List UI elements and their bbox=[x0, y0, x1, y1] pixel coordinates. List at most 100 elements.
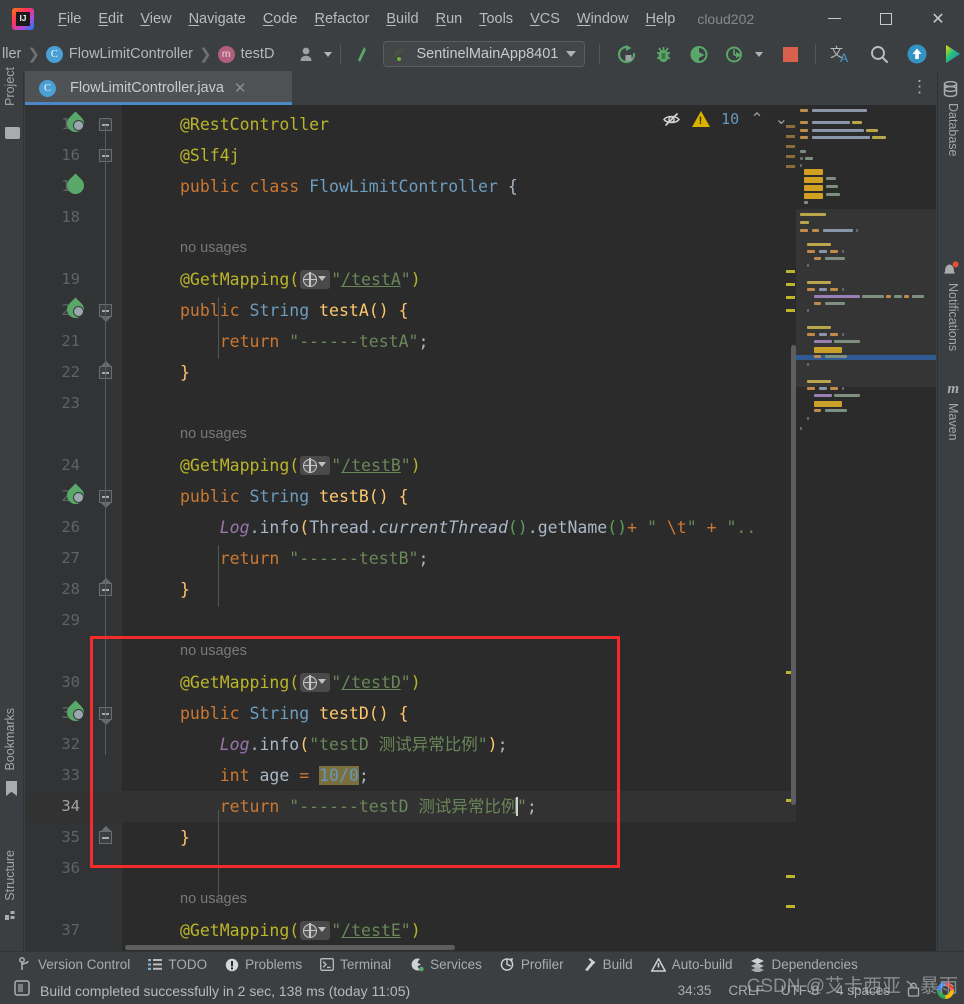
tool-window-problems[interactable]: Problems bbox=[225, 957, 302, 972]
tool-window-todo[interactable]: TODO bbox=[148, 957, 207, 972]
code-line[interactable]: @GetMapping("/testB") bbox=[180, 450, 421, 481]
code-minimap[interactable] bbox=[796, 105, 936, 951]
menu-help[interactable]: Help bbox=[637, 8, 683, 30]
code-editor[interactable]: 1516171819202122232425262728293031323334… bbox=[25, 105, 936, 951]
editor-tab-flowlimitcontroller[interactable]: C FlowLimitController.java ✕ bbox=[25, 71, 292, 105]
editor-horizontal-scrollbar[interactable] bbox=[125, 945, 455, 950]
translate-icon[interactable]: 文 A bbox=[828, 41, 854, 67]
maximize-button[interactable] bbox=[860, 0, 912, 37]
tool-window-terminal[interactable]: Terminal bbox=[320, 957, 391, 972]
prev-problem-icon[interactable]: ⌃ bbox=[750, 109, 763, 129]
project-folder-icon[interactable] bbox=[5, 127, 20, 139]
structure-icon[interactable] bbox=[5, 907, 19, 925]
close-button[interactable]: ✕ bbox=[912, 0, 964, 37]
minimap-viewport[interactable] bbox=[796, 209, 936, 387]
profiler-dropdown-caret-icon[interactable] bbox=[755, 51, 764, 57]
code-line[interactable]: return "------testD 测试异常比例"; bbox=[180, 791, 537, 822]
editor-gutter[interactable]: 1516171819202122232425262728293031323334… bbox=[25, 105, 122, 951]
rerun-icon[interactable] bbox=[614, 41, 640, 67]
line-separator[interactable]: CRLF bbox=[728, 983, 763, 998]
chevron-down-icon[interactable] bbox=[566, 51, 577, 57]
stop-icon[interactable] bbox=[777, 41, 803, 67]
sidebar-item-database[interactable]: Database bbox=[946, 103, 960, 157]
ide-feature-icon[interactable] bbox=[940, 41, 964, 67]
menu-file[interactable]: File bbox=[50, 8, 89, 30]
usage-inlay-hint[interactable]: no usages bbox=[180, 636, 247, 667]
tool-window-dependencies[interactable]: Dependencies bbox=[750, 957, 858, 972]
profiler-icon[interactable] bbox=[722, 41, 748, 67]
code-fold-handle[interactable] bbox=[99, 826, 112, 844]
tool-window-services[interactable]: Services bbox=[409, 957, 482, 972]
code-line[interactable]: } bbox=[180, 574, 190, 605]
run-configuration-selector[interactable]: SentinelMainApp8401 bbox=[383, 41, 586, 67]
gutter-run-marker-icon[interactable] bbox=[63, 700, 88, 725]
menu-run[interactable]: Run bbox=[428, 8, 471, 30]
sidebar-item-project[interactable]: Project bbox=[3, 67, 17, 106]
code-line[interactable]: @Slf4j bbox=[180, 140, 240, 171]
breadcrumb-item-method[interactable]: m testD bbox=[217, 45, 274, 63]
code-line[interactable]: } bbox=[180, 357, 190, 388]
minimize-button[interactable] bbox=[808, 0, 860, 37]
user-dropdown-caret-icon[interactable] bbox=[324, 51, 333, 57]
web-url-icon[interactable] bbox=[300, 270, 331, 289]
menu-code[interactable]: Code bbox=[255, 8, 306, 30]
menu-navigate[interactable]: Navigate bbox=[181, 8, 254, 30]
bookmark-icon[interactable] bbox=[6, 781, 17, 796]
maven-icon[interactable]: m bbox=[947, 381, 959, 398]
menu-build[interactable]: Build bbox=[378, 8, 426, 30]
gutter-run-marker-icon[interactable] bbox=[63, 483, 88, 508]
usage-inlay-hint[interactable]: no usages bbox=[180, 233, 247, 264]
database-icon[interactable] bbox=[943, 80, 958, 102]
menu-vcs[interactable]: VCS bbox=[522, 8, 568, 30]
tool-window-auto-build[interactable]: Auto-build bbox=[650, 957, 732, 972]
web-url-icon[interactable] bbox=[300, 673, 331, 692]
code-line[interactable]: } bbox=[180, 822, 190, 853]
gutter-run-marker-icon[interactable] bbox=[63, 111, 88, 136]
code-line[interactable]: @RestController bbox=[180, 109, 329, 140]
next-problem-icon[interactable]: ⌄ bbox=[775, 109, 788, 129]
gutter-run-marker-icon[interactable] bbox=[63, 173, 88, 198]
breadcrumb-item-package[interactable]: ller bbox=[2, 46, 21, 62]
code-line[interactable]: @GetMapping("/testA") bbox=[180, 264, 421, 295]
tool-window-profiler[interactable]: Profiler bbox=[500, 957, 564, 972]
user-avatar-icon[interactable] bbox=[294, 41, 320, 67]
eye-off-icon[interactable] bbox=[662, 110, 681, 129]
search-everywhere-icon[interactable] bbox=[866, 41, 892, 67]
menu-window[interactable]: Window bbox=[569, 8, 637, 30]
run-with-coverage-icon[interactable] bbox=[686, 41, 712, 67]
menu-edit[interactable]: Edit bbox=[90, 8, 131, 30]
sidebar-item-bookmarks[interactable]: Bookmarks bbox=[3, 708, 17, 771]
file-encoding[interactable]: UTF-8 bbox=[781, 983, 819, 998]
code-line[interactable]: public class FlowLimitController { bbox=[180, 171, 518, 202]
sidebar-item-structure[interactable]: Structure bbox=[3, 850, 17, 901]
caret-position[interactable]: 34:35 bbox=[678, 983, 712, 998]
code-line[interactable]: public String testB() { bbox=[180, 481, 409, 512]
debug-icon[interactable] bbox=[650, 41, 676, 67]
usage-inlay-hint[interactable]: no usages bbox=[180, 419, 247, 450]
web-url-icon[interactable] bbox=[300, 921, 331, 940]
web-url-icon[interactable] bbox=[300, 456, 331, 475]
gutter-run-marker-icon[interactable] bbox=[63, 297, 88, 322]
tool-window-version-control[interactable]: Version Control bbox=[18, 957, 130, 972]
code-line[interactable]: @GetMapping("/testE") bbox=[180, 915, 421, 946]
code-line[interactable]: Log.info(Thread.currentThread().getName(… bbox=[180, 512, 757, 543]
update-arrow-icon[interactable] bbox=[351, 41, 377, 67]
menu-tools[interactable]: Tools bbox=[471, 8, 521, 30]
sidebar-item-notifications[interactable]: Notifications bbox=[946, 283, 960, 351]
read-only-lock-icon[interactable] bbox=[907, 982, 920, 1000]
code-line[interactable]: public String testA() { bbox=[180, 295, 409, 326]
usage-inlay-hint[interactable]: no usages bbox=[180, 884, 247, 915]
editor-options-kebab-icon[interactable]: ⋮ bbox=[911, 78, 928, 95]
breadcrumb-item-class[interactable]: C FlowLimitController bbox=[45, 45, 193, 63]
code-line[interactable]: Log.info("testD 测试异常比例"); bbox=[180, 729, 508, 760]
indent-setting[interactable]: 4 spaces bbox=[836, 983, 890, 998]
code-line[interactable]: @GetMapping("/testD") bbox=[180, 667, 421, 698]
tool-window-build[interactable]: Build bbox=[582, 957, 633, 972]
google-account-icon[interactable] bbox=[937, 982, 954, 999]
sidebar-item-maven[interactable]: Maven bbox=[946, 403, 960, 441]
menu-refactor[interactable]: Refactor bbox=[307, 8, 378, 30]
code-line[interactable]: int age = 10/0; bbox=[180, 760, 369, 791]
close-icon[interactable]: ✕ bbox=[234, 79, 247, 97]
bell-icon[interactable] bbox=[942, 261, 959, 283]
code-line[interactable]: public String testD() { bbox=[180, 698, 409, 729]
